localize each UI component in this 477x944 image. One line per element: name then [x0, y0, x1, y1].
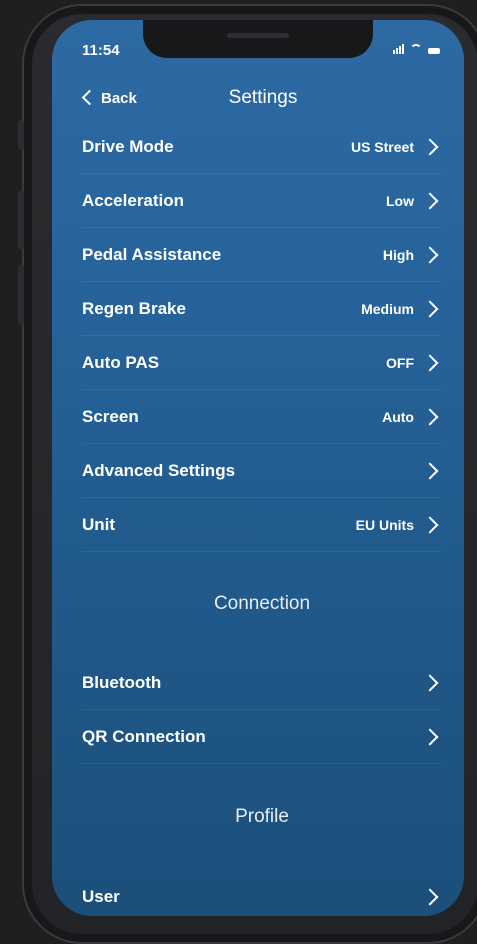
- volume-down-button: [18, 265, 24, 325]
- status-icons: [393, 44, 440, 54]
- volume-up-button: [18, 190, 24, 250]
- row-value: US Street: [350, 138, 414, 155]
- section-title-connection: Connection: [213, 593, 311, 614]
- battery-icon: [428, 48, 440, 54]
- cellular-signal-icon: [393, 44, 404, 54]
- row-user[interactable]: User: [82, 870, 442, 916]
- settings-list: Drive Mode US Street Acceleration Low Pe…: [82, 120, 442, 916]
- row-label: Advanced Settings: [82, 460, 236, 480]
- chevron-right-icon: [421, 516, 439, 533]
- row-value-group: Auto: [382, 408, 442, 425]
- row-bluetooth[interactable]: Bluetooth: [82, 656, 442, 710]
- row-value-group: EU Units: [355, 516, 442, 533]
- speaker-grille: [227, 33, 289, 38]
- app-screen: 11:54 Settings Back Drive Mode US Street…: [52, 20, 464, 916]
- row-value-group: High: [382, 246, 442, 263]
- chevron-left-icon: [81, 89, 98, 106]
- chevron-right-icon: [421, 408, 439, 425]
- chevron-right-icon: [421, 246, 439, 263]
- chevron-right-icon: [421, 674, 439, 691]
- chevron-right-icon: [421, 192, 439, 209]
- row-label: Auto PAS: [82, 352, 160, 372]
- chevron-right-icon: [421, 138, 439, 155]
- status-time: 11:54: [82, 42, 120, 59]
- row-value-group: Low: [386, 192, 442, 209]
- row-value: Medium: [361, 300, 414, 317]
- row-value-group: [414, 888, 442, 905]
- chevron-right-icon: [421, 354, 439, 371]
- row-value-group: [414, 728, 442, 745]
- mute-switch: [18, 120, 24, 150]
- row-value-group: [414, 462, 442, 479]
- row-unit[interactable]: Unit EU Units: [82, 498, 442, 552]
- back-label: Back: [101, 89, 137, 107]
- row-label: Screen: [82, 406, 139, 426]
- row-value-group: Medium: [361, 300, 442, 317]
- row-label: Bluetooth: [82, 672, 162, 692]
- chevron-right-icon: [421, 728, 439, 745]
- chevron-right-icon: [421, 888, 439, 905]
- row-value: EU Units: [355, 516, 414, 533]
- chevron-right-icon: [421, 300, 439, 317]
- row-label: Drive Mode: [82, 136, 174, 156]
- row-acceleration[interactable]: Acceleration Low: [82, 174, 442, 228]
- row-pedal-assistance[interactable]: Pedal Assistance High: [82, 228, 442, 282]
- row-label: Unit: [82, 514, 116, 534]
- row-label: Pedal Assistance: [82, 244, 222, 264]
- row-value: High: [382, 246, 414, 263]
- row-value: Auto: [382, 408, 414, 425]
- row-qr-connection[interactable]: QR Connection: [82, 710, 442, 764]
- nav-header: Settings Back: [52, 80, 464, 116]
- row-drive-mode[interactable]: Drive Mode US Street: [82, 120, 442, 174]
- row-regen-brake[interactable]: Regen Brake Medium: [82, 282, 442, 336]
- row-value: OFF: [386, 354, 414, 371]
- row-auto-pas[interactable]: Auto PAS OFF: [82, 336, 442, 390]
- notch: [143, 20, 373, 58]
- row-label: User: [82, 886, 120, 906]
- section-title-profile: Profile: [235, 806, 289, 827]
- row-label: Regen Brake: [82, 298, 186, 318]
- row-screen[interactable]: Screen Auto: [82, 390, 442, 444]
- row-value: Low: [386, 192, 414, 209]
- row-advanced-settings[interactable]: Advanced Settings: [82, 444, 442, 498]
- row-value-group: OFF: [386, 354, 442, 371]
- chevron-right-icon: [421, 462, 439, 479]
- row-label: QR Connection: [82, 726, 206, 746]
- row-value-group: US Street: [350, 138, 442, 155]
- wifi-icon: [410, 44, 422, 54]
- row-value-group: [414, 674, 442, 691]
- row-label: Acceleration: [82, 190, 185, 210]
- back-button[interactable]: Back: [81, 80, 137, 116]
